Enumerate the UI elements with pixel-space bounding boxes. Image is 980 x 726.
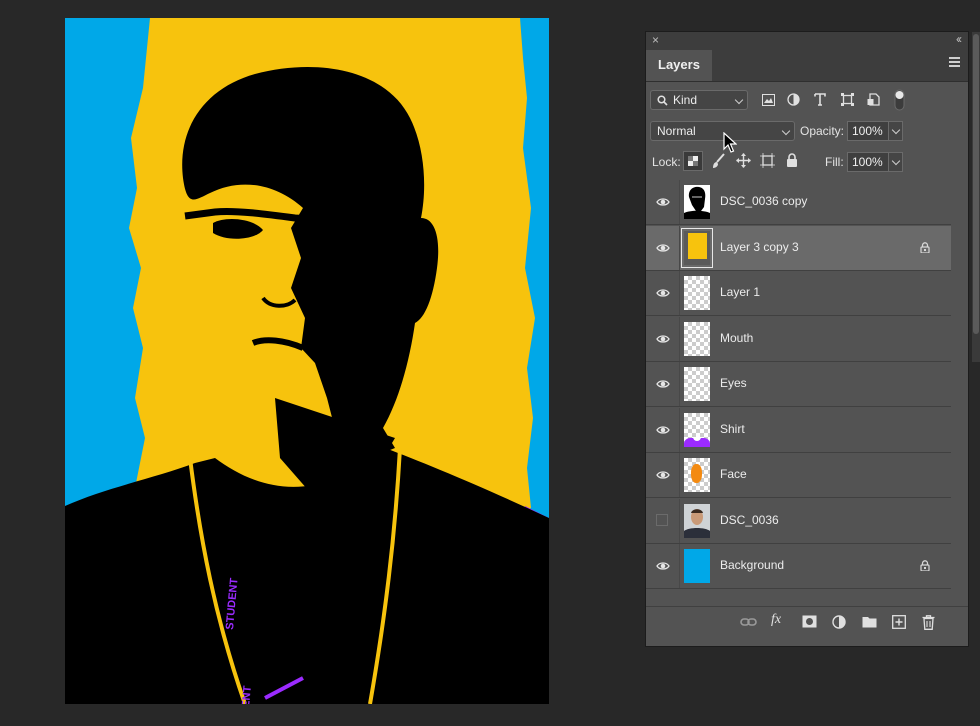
lock-all-icon[interactable] bbox=[786, 153, 798, 167]
divider bbox=[679, 453, 680, 497]
opacity-label: Opacity: bbox=[800, 124, 845, 138]
layer-row[interactable]: DSC_0036 copy bbox=[646, 180, 951, 225]
lanyard-text-bottom: ENT bbox=[240, 685, 254, 704]
panel-menu-icon[interactable] bbox=[949, 57, 960, 67]
add-mask-icon[interactable] bbox=[802, 615, 817, 628]
adjustment-filter-icon[interactable] bbox=[787, 93, 800, 106]
divider bbox=[679, 362, 680, 406]
eye-icon[interactable] bbox=[656, 377, 670, 391]
layer-name[interactable]: DSC_0036 copy bbox=[720, 194, 807, 208]
layer-thumbnail[interactable] bbox=[684, 367, 710, 401]
layer-row[interactable]: DSC_0036 bbox=[646, 498, 951, 544]
eye-icon[interactable] bbox=[656, 195, 670, 209]
fill-input[interactable]: 100% bbox=[847, 152, 889, 172]
panel-tab-bar: Layers bbox=[646, 50, 968, 82]
new-group-icon[interactable] bbox=[862, 615, 877, 628]
layer-name[interactable]: Background bbox=[720, 558, 784, 572]
chevron-down-icon bbox=[781, 126, 791, 136]
chevron-down-icon bbox=[734, 95, 744, 105]
image-filter-icon[interactable] bbox=[762, 94, 775, 106]
tab-layers[interactable]: Layers bbox=[646, 50, 712, 81]
divider bbox=[679, 498, 680, 543]
layer-name[interactable]: Face bbox=[720, 467, 747, 481]
layer-row[interactable]: Shirt bbox=[646, 407, 951, 453]
divider bbox=[679, 316, 680, 361]
layer-thumbnail[interactable] bbox=[684, 321, 710, 356]
eye-icon[interactable] bbox=[656, 559, 670, 573]
layer-lock-icon bbox=[920, 560, 930, 571]
divider bbox=[679, 407, 680, 452]
blend-mode-value: Normal bbox=[657, 124, 696, 138]
search-icon bbox=[657, 95, 668, 106]
eye-icon[interactable] bbox=[656, 241, 670, 255]
filter-kind-label: Kind bbox=[673, 93, 698, 107]
opacity-input[interactable]: 100% bbox=[847, 121, 889, 141]
layer-thumbnail[interactable] bbox=[684, 503, 710, 538]
layer-row[interactable]: Background bbox=[646, 544, 951, 589]
layer-row[interactable]: Layer 3 copy 3 bbox=[646, 225, 951, 271]
checkerboard-icon bbox=[688, 156, 698, 166]
shape-filter-icon[interactable] bbox=[841, 93, 854, 106]
layer-thumbnail[interactable] bbox=[684, 412, 710, 447]
visibility-toggle-empty[interactable] bbox=[656, 513, 668, 526]
right-scrollbar-thumb[interactable] bbox=[973, 34, 979, 334]
eye-icon[interactable] bbox=[656, 286, 670, 300]
eye-icon[interactable] bbox=[656, 468, 670, 482]
layer-thumbnail[interactable] bbox=[684, 549, 710, 583]
layer-name[interactable]: Eyes bbox=[720, 376, 747, 390]
layer-thumbnail[interactable] bbox=[684, 458, 710, 492]
document-canvas[interactable]: STUDENT ENT bbox=[65, 18, 549, 704]
divider bbox=[679, 544, 680, 588]
panel-collapse-button[interactable]: ‹‹ bbox=[956, 32, 962, 46]
filter-toggle-icon[interactable] bbox=[894, 89, 905, 111]
divider bbox=[679, 271, 680, 315]
layer-row[interactable]: Mouth bbox=[646, 316, 951, 362]
layers-panel: × ‹‹ Layers Kind Normal Opacity: 100% Lo… bbox=[646, 32, 968, 646]
layer-thumbnail[interactable] bbox=[684, 185, 710, 219]
lock-transparency-button[interactable] bbox=[683, 151, 703, 171]
link-layers-icon[interactable] bbox=[740, 615, 757, 629]
panel-close-button[interactable]: × bbox=[652, 33, 659, 47]
delete-layer-icon[interactable] bbox=[922, 615, 935, 630]
right-scrollbar[interactable] bbox=[972, 32, 980, 362]
layer-name[interactable]: DSC_0036 bbox=[720, 513, 779, 527]
layers-scroll-gutter[interactable] bbox=[951, 180, 968, 610]
new-layer-icon[interactable] bbox=[892, 615, 906, 629]
lock-label: Lock: bbox=[652, 155, 681, 169]
smart-object-filter-icon[interactable] bbox=[867, 93, 880, 106]
filter-kind-dropdown[interactable]: Kind bbox=[650, 90, 748, 110]
lock-position-icon[interactable] bbox=[736, 153, 751, 168]
layer-name[interactable]: Layer 1 bbox=[720, 285, 760, 299]
adjustment-layer-icon[interactable] bbox=[832, 615, 847, 630]
layer-name[interactable]: Shirt bbox=[720, 422, 745, 436]
layer-name[interactable]: Layer 3 copy 3 bbox=[720, 240, 799, 254]
divider bbox=[679, 180, 680, 224]
eye-icon[interactable] bbox=[656, 423, 670, 437]
divider bbox=[679, 225, 680, 270]
layer-name[interactable]: Mouth bbox=[720, 331, 753, 345]
lock-artboard-icon[interactable] bbox=[760, 153, 775, 168]
fx-icon[interactable]: fx bbox=[771, 612, 781, 628]
layer-row[interactable]: Layer 1 bbox=[646, 271, 951, 316]
pop-art-portrait: STUDENT ENT bbox=[65, 18, 549, 704]
opacity-slider-toggle[interactable] bbox=[888, 121, 903, 141]
mouse-cursor-icon bbox=[723, 132, 737, 153]
type-filter-icon[interactable] bbox=[814, 93, 826, 106]
layers-bottom-bar: fx bbox=[646, 606, 968, 639]
fill-slider-toggle[interactable] bbox=[888, 152, 903, 172]
layer-row[interactable]: Face bbox=[646, 453, 951, 498]
eye-icon[interactable] bbox=[656, 332, 670, 346]
layers-list: DSC_0036 copy Layer 3 copy 3 Layer 1 Mouth E… bbox=[646, 180, 951, 590]
canvas-shirt bbox=[65, 448, 549, 704]
lock-pixels-icon[interactable] bbox=[712, 153, 726, 169]
layer-thumbnail[interactable] bbox=[684, 276, 710, 310]
layer-thumbnail[interactable] bbox=[684, 230, 710, 265]
fill-label: Fill: bbox=[825, 155, 844, 169]
layer-lock-icon bbox=[920, 241, 930, 253]
layer-row[interactable]: Eyes bbox=[646, 362, 951, 407]
panel-top-strip: × ‹‹ bbox=[646, 32, 968, 50]
